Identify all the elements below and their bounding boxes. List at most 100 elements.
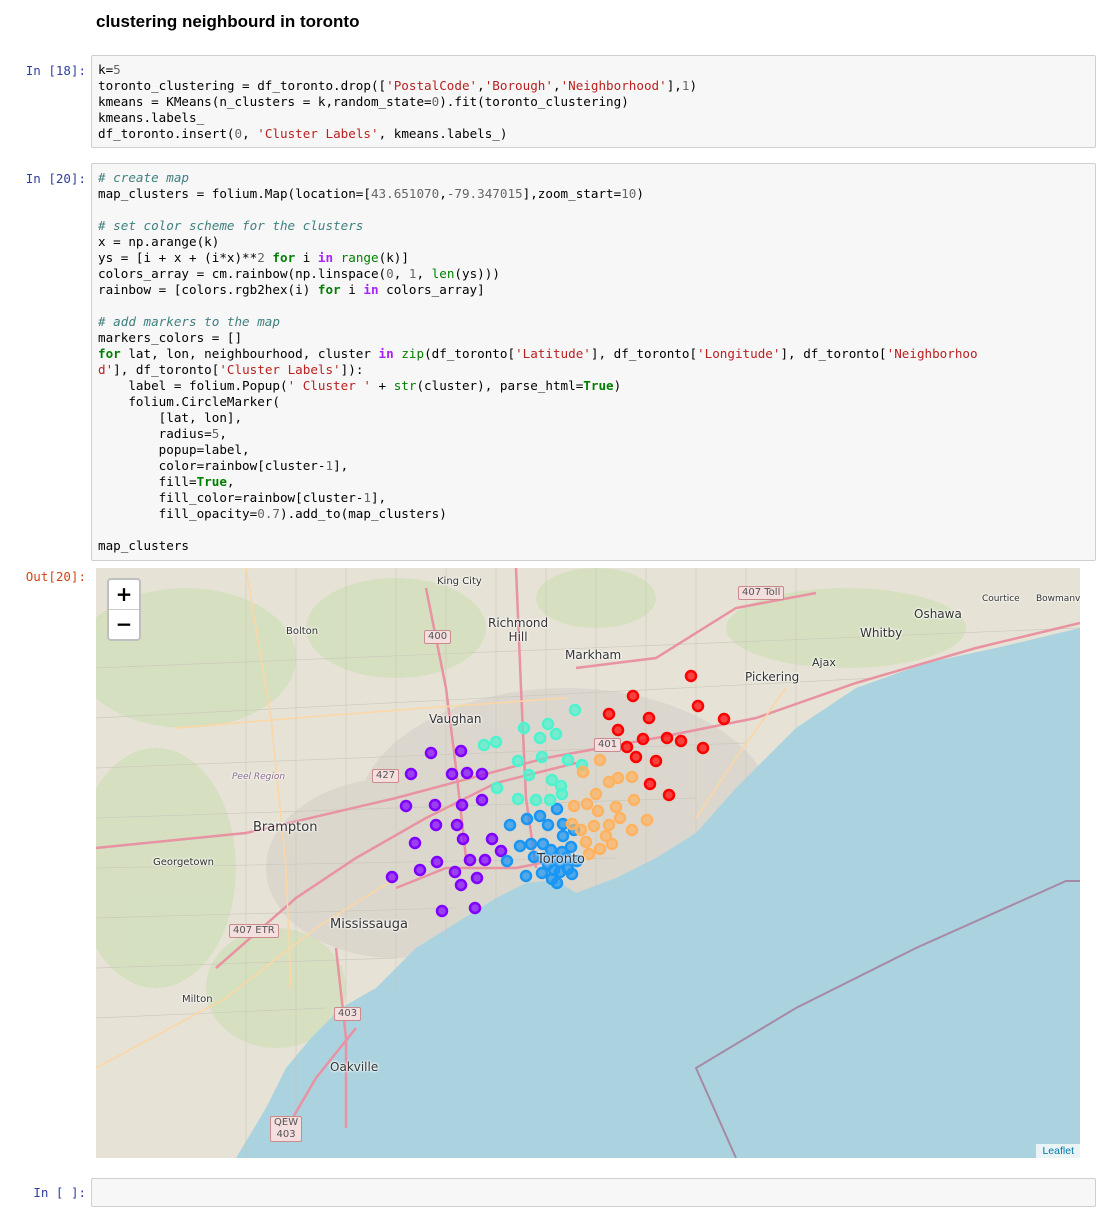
cluster-marker[interactable] (385, 870, 399, 884)
cluster-marker[interactable] (541, 818, 555, 832)
cluster-marker[interactable] (413, 863, 427, 877)
cluster-marker[interactable] (550, 802, 564, 816)
code-cell-20[interactable]: # create map map_clusters = folium.Map(l… (91, 163, 1096, 561)
cluster-marker[interactable] (640, 813, 654, 827)
cluster-marker[interactable] (408, 836, 422, 850)
code-cell-18[interactable]: k=5 toronto_clustering = df_toronto.drop… (91, 55, 1096, 148)
cluster-marker[interactable] (591, 804, 605, 818)
cluster-marker[interactable] (533, 809, 547, 823)
cluster-marker[interactable] (582, 847, 596, 861)
cluster-marker[interactable] (478, 853, 492, 867)
cluster-marker[interactable] (602, 707, 616, 721)
cluster-marker[interactable] (424, 746, 438, 760)
cluster-marker[interactable] (684, 669, 698, 683)
cluster-marker[interactable] (674, 734, 688, 748)
cluster-marker[interactable] (643, 777, 657, 791)
cluster-marker[interactable] (445, 767, 459, 781)
cluster-marker[interactable] (475, 793, 489, 807)
zoom-out-button[interactable]: − (109, 609, 139, 639)
cluster-marker[interactable] (529, 793, 543, 807)
cluster-marker[interactable] (511, 792, 525, 806)
cluster-marker[interactable] (450, 818, 464, 832)
cluster-marker[interactable] (435, 904, 449, 918)
cluster-marker[interactable] (613, 811, 627, 825)
cluster-marker[interactable] (620, 740, 634, 754)
cluster-marker[interactable] (520, 812, 534, 826)
cluster-marker[interactable] (561, 753, 575, 767)
cluster-marker[interactable] (470, 871, 484, 885)
cluster-marker[interactable] (625, 823, 639, 837)
cluster-marker[interactable] (430, 855, 444, 869)
cluster-marker[interactable] (691, 699, 705, 713)
cluster-marker[interactable] (555, 787, 569, 801)
cluster-marker[interactable] (477, 738, 491, 752)
cluster-marker[interactable] (494, 844, 508, 858)
cluster-marker[interactable] (627, 793, 641, 807)
cluster-marker[interactable] (513, 839, 527, 853)
cluster-marker[interactable] (519, 869, 533, 883)
cluster-marker[interactable] (696, 741, 710, 755)
cluster-marker[interactable] (489, 735, 503, 749)
cluster-marker[interactable] (455, 798, 469, 812)
cluster-marker[interactable] (490, 781, 504, 795)
cluster-marker[interactable] (524, 837, 538, 851)
cluster-marker[interactable] (511, 754, 525, 768)
cluster-marker[interactable] (549, 727, 563, 741)
cluster-marker[interactable] (576, 765, 590, 779)
cluster-marker[interactable] (602, 818, 616, 832)
cluster-marker[interactable] (593, 842, 607, 856)
cluster-marker[interactable] (662, 788, 676, 802)
cluster-marker[interactable] (567, 799, 581, 813)
cluster-marker[interactable] (625, 770, 639, 784)
code-cell-empty[interactable] (91, 1178, 1096, 1207)
cluster-marker[interactable] (456, 832, 470, 846)
cluster-marker[interactable] (541, 717, 555, 731)
cluster-marker[interactable] (448, 865, 462, 879)
cluster-marker[interactable] (535, 750, 549, 764)
cluster-marker[interactable] (454, 744, 468, 758)
cluster-marker[interactable] (460, 766, 474, 780)
cluster-marker[interactable] (611, 723, 625, 737)
cluster-marker[interactable] (565, 817, 579, 831)
cluster-marker[interactable] (399, 799, 413, 813)
cluster-marker[interactable] (589, 787, 603, 801)
cluster-marker[interactable] (404, 767, 418, 781)
cluster-marker[interactable] (568, 703, 582, 717)
cluster-marker[interactable] (580, 797, 594, 811)
cluster-marker[interactable] (717, 712, 731, 726)
cluster-marker[interactable] (564, 840, 578, 854)
folium-map[interactable]: King City Richmond Hill Markham Bolton V… (96, 568, 1080, 1158)
code-editor-18[interactable]: k=5 toronto_clustering = df_toronto.drop… (92, 56, 1095, 148)
cluster-marker[interactable] (522, 768, 536, 782)
cluster-marker[interactable] (636, 732, 650, 746)
cluster-marker[interactable] (579, 835, 593, 849)
cluster-marker[interactable] (642, 711, 656, 725)
cluster-marker[interactable] (609, 800, 623, 814)
cluster-marker[interactable] (485, 832, 499, 846)
cluster-marker[interactable] (543, 793, 557, 807)
cluster-marker[interactable] (454, 878, 468, 892)
cluster-marker[interactable] (463, 853, 477, 867)
zoom-in-button[interactable]: + (109, 580, 139, 609)
cluster-marker[interactable] (429, 818, 443, 832)
cluster-marker[interactable] (602, 775, 616, 789)
cluster-marker[interactable] (629, 750, 643, 764)
cluster-marker[interactable] (556, 829, 570, 843)
cluster-marker[interactable] (593, 753, 607, 767)
cluster-marker[interactable] (475, 767, 489, 781)
cluster-marker[interactable] (428, 798, 442, 812)
cluster-marker[interactable] (649, 754, 663, 768)
cluster-marker[interactable] (565, 867, 579, 881)
cluster-marker[interactable] (468, 901, 482, 915)
cluster-marker[interactable] (503, 818, 517, 832)
leaflet-attribution-link[interactable]: Leaflet (1036, 1144, 1080, 1158)
cluster-marker[interactable] (517, 721, 531, 735)
cluster-marker[interactable] (587, 819, 601, 833)
cluster-marker[interactable] (660, 731, 674, 745)
cluster-marker[interactable] (626, 689, 640, 703)
cluster-marker[interactable] (553, 865, 567, 879)
code-editor-20[interactable]: # create map map_clusters = folium.Map(l… (92, 164, 1095, 560)
cluster-marker[interactable] (599, 829, 613, 843)
cluster-marker[interactable] (550, 876, 564, 890)
cluster-marker[interactable] (533, 731, 547, 745)
